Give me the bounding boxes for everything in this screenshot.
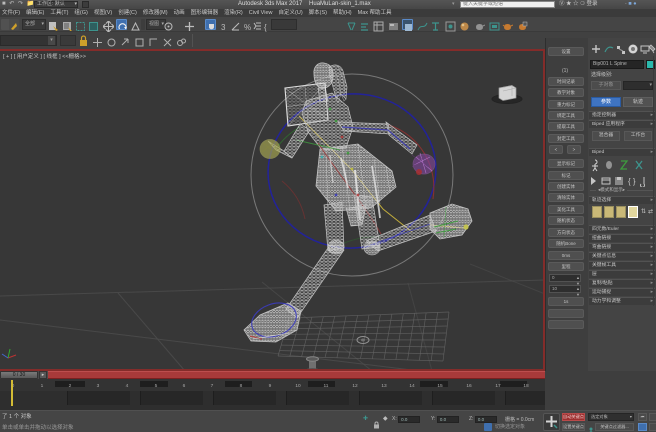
svg-text:3: 3 bbox=[221, 23, 226, 32]
svg-text:{ }: { } bbox=[628, 177, 636, 186]
svg-text:%: % bbox=[244, 23, 251, 32]
svg-text:{: { bbox=[264, 23, 267, 32]
